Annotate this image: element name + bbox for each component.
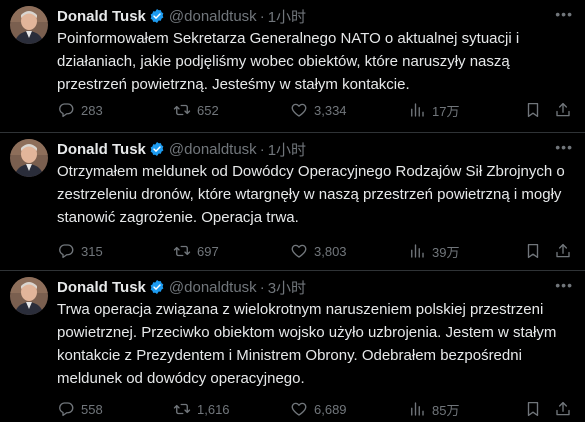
share-icon (556, 243, 570, 258)
retweet-button[interactable]: 697 (173, 242, 219, 260)
tweet-actions: 558 1,616 6,689 85万 (57, 399, 577, 419)
reply-button[interactable]: 315 (57, 242, 103, 260)
author-name[interactable]: Donald Tusk (57, 141, 146, 158)
verified-badge-icon (150, 9, 164, 23)
share-icon (556, 401, 570, 416)
more-options-icon[interactable]: ••• (555, 140, 573, 154)
tweet-header: Donald Tusk @donaldtusk · 1小时 (57, 5, 306, 27)
bookmark-icon (527, 243, 539, 259)
bookmark-button[interactable] (524, 242, 542, 260)
like-button[interactable]: 6,689 (290, 400, 347, 418)
retweet-count: 697 (197, 243, 219, 259)
reply-button[interactable]: 283 (57, 101, 103, 119)
share-icon (556, 102, 570, 117)
author-name[interactable]: Donald Tusk (57, 279, 146, 296)
tweet-feed: Donald Tusk @donaldtusk · 1小时 ••• Poinfo… (0, 0, 585, 422)
author-handle[interactable]: @donaldtusk (169, 8, 257, 25)
avatar[interactable] (10, 139, 48, 177)
reply-count: 558 (81, 401, 103, 417)
reply-icon (59, 103, 74, 118)
retweet-icon (173, 245, 191, 257)
retweet-count: 1,616 (197, 401, 230, 417)
like-count: 6,689 (314, 401, 347, 417)
tweet-text: Trwa operacja związana z wielokrotnym na… (57, 301, 557, 387)
retweet-icon (173, 104, 191, 116)
view-count: 85万 (432, 402, 460, 418)
author-name[interactable]: Donald Tusk (57, 8, 146, 25)
heart-icon (291, 103, 307, 117)
reply-icon (59, 244, 74, 259)
tweet-header: Donald Tusk @donaldtusk · 1小时 (57, 138, 306, 160)
retweet-button[interactable]: 1,616 (173, 400, 230, 418)
heart-icon (291, 402, 307, 416)
reply-count: 283 (81, 102, 103, 118)
retweet-icon (173, 403, 191, 415)
analytics-icon (411, 402, 424, 416)
avatar[interactable] (10, 277, 48, 315)
reply-icon (59, 402, 74, 417)
like-count: 3,803 (314, 243, 347, 259)
like-count: 3,334 (314, 102, 347, 118)
share-button[interactable] (554, 101, 572, 119)
tweet-text: Poinformowałem Sekretarza Generalnego NA… (57, 30, 520, 93)
like-button[interactable]: 3,803 (290, 242, 347, 260)
views-button[interactable]: 39万 (408, 242, 459, 261)
tweet-actions: 315 697 3,803 39万 (57, 241, 577, 261)
reply-count: 315 (81, 243, 103, 259)
bookmark-button[interactable] (524, 400, 542, 418)
bookmark-icon (527, 102, 539, 118)
analytics-icon (411, 244, 424, 258)
author-handle[interactable]: @donaldtusk (169, 141, 257, 158)
tweet-time[interactable]: 1小时 (268, 6, 306, 27)
tweet-time[interactable]: 1小时 (268, 139, 306, 160)
tweet-header: Donald Tusk @donaldtusk · 3小时 (57, 276, 306, 298)
tweet-actions: 283 652 3,334 17万 (57, 100, 577, 120)
separator-dot: · (259, 140, 265, 158)
avatar[interactable] (10, 6, 48, 44)
views-button[interactable]: 85万 (408, 400, 459, 419)
tweet-text: Otrzymałem meldunek od Dowódcy Operacyjn… (57, 163, 565, 226)
bookmark-button[interactable] (524, 101, 542, 119)
verified-badge-icon (150, 142, 164, 156)
verified-badge-icon (150, 280, 164, 294)
share-button[interactable] (554, 400, 572, 418)
bookmark-icon (527, 401, 539, 417)
separator-dot: · (259, 278, 265, 296)
like-button[interactable]: 3,334 (290, 101, 347, 119)
more-options-icon[interactable]: ••• (555, 7, 573, 21)
tweet[interactable]: Donald Tusk @donaldtusk · 3小时 ••• Trwa o… (0, 271, 585, 422)
separator-dot: · (259, 7, 265, 25)
reply-button[interactable]: 558 (57, 400, 103, 418)
author-handle[interactable]: @donaldtusk (169, 279, 257, 296)
view-count: 17万 (432, 103, 460, 119)
retweet-button[interactable]: 652 (173, 101, 219, 119)
analytics-icon (411, 103, 424, 117)
share-button[interactable] (554, 242, 572, 260)
tweet-time[interactable]: 3小时 (268, 277, 306, 298)
retweet-count: 652 (197, 102, 219, 118)
more-options-icon[interactable]: ••• (555, 278, 573, 292)
view-count: 39万 (432, 244, 460, 260)
tweet[interactable]: Donald Tusk @donaldtusk · 1小时 ••• Otrzym… (0, 133, 585, 271)
views-button[interactable]: 17万 (408, 101, 459, 120)
heart-icon (291, 244, 307, 258)
tweet[interactable]: Donald Tusk @donaldtusk · 1小时 ••• Poinfo… (0, 0, 585, 133)
